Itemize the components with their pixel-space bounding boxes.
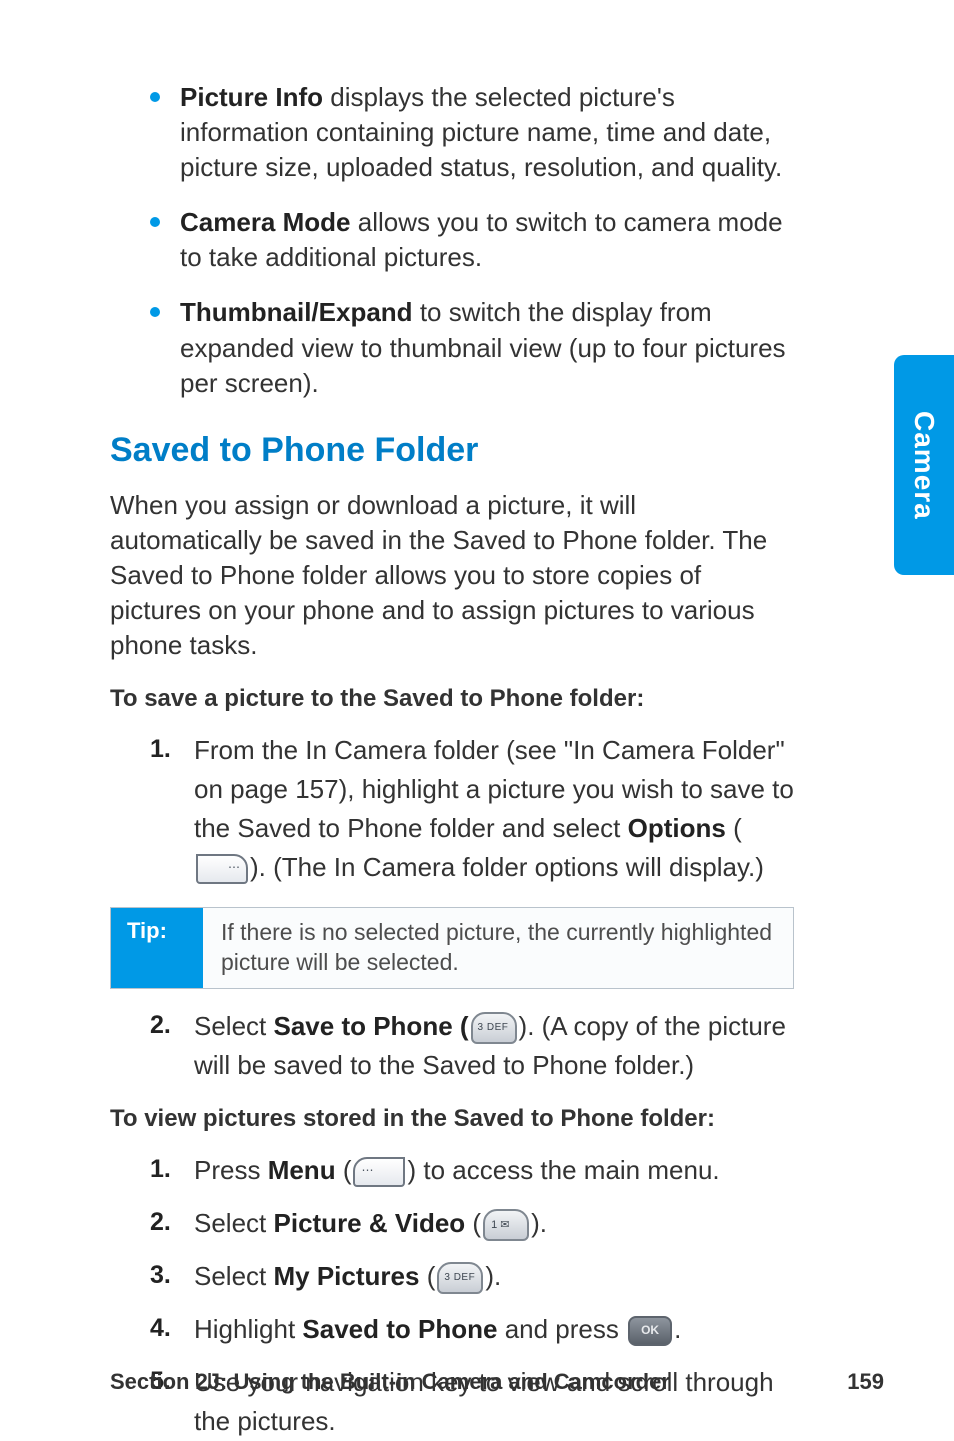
intro-paragraph: When you assign or download a picture, i…: [110, 488, 794, 663]
page: Camera Picture Info displays the selecte…: [0, 0, 954, 1431]
subheading-save: To save a picture to the Saved to Phone …: [110, 685, 794, 713]
key-3-icon: [437, 1262, 483, 1294]
left-softkey-icon: [353, 1157, 405, 1187]
key-1-icon: [483, 1209, 529, 1241]
subheading-view: To view pictures stored in the Saved to …: [110, 1105, 794, 1133]
steps-save: From the In Camera folder (see "In Camer…: [110, 731, 794, 887]
side-tab-label: Camera: [908, 411, 940, 520]
bullet-picture-info: Picture Info displays the selected pictu…: [150, 80, 794, 185]
tip-box: Tip: If there is no selected picture, th…: [110, 907, 794, 989]
feature-bullet-list: Picture Info displays the selected pictu…: [110, 80, 884, 401]
step-view-2: Select Picture & Video ().: [150, 1204, 794, 1243]
footer-page-number: 159: [847, 1369, 884, 1395]
page-footer: Section 2J: Using the Built-in Camera an…: [110, 1369, 884, 1395]
footer-section: Section 2J: Using the Built-in Camera an…: [110, 1369, 670, 1395]
step-save-1: From the In Camera folder (see "In Camer…: [150, 731, 794, 887]
bullet-term: Camera Mode: [180, 207, 351, 237]
bullet-term: Thumbnail/Expand: [180, 297, 413, 327]
step-save-2: Select Save to Phone (). (A copy of the …: [150, 1007, 794, 1085]
step-view-3: Select My Pictures ().: [150, 1257, 794, 1296]
bullet-thumbnail-expand: Thumbnail/Expand to switch the display f…: [150, 295, 794, 400]
step-view-1: Press Menu () to access the main menu.: [150, 1151, 794, 1190]
section-side-tab: Camera: [894, 355, 954, 575]
tip-label: Tip:: [111, 908, 203, 988]
right-softkey-icon: [196, 854, 248, 884]
bullet-term: Picture Info: [180, 82, 323, 112]
ok-key-icon: [628, 1316, 672, 1346]
tip-content: If there is no selected picture, the cur…: [203, 908, 793, 988]
steps-view: Press Menu () to access the main menu. S…: [110, 1151, 794, 1441]
section-heading: Saved to Phone Folder: [110, 431, 884, 470]
key-3-icon: [471, 1012, 517, 1044]
step-view-4: Highlight Saved to Phone and press .: [150, 1310, 794, 1349]
steps-save-continued: Select Save to Phone (). (A copy of the …: [110, 1007, 794, 1085]
bullet-camera-mode: Camera Mode allows you to switch to came…: [150, 205, 794, 275]
